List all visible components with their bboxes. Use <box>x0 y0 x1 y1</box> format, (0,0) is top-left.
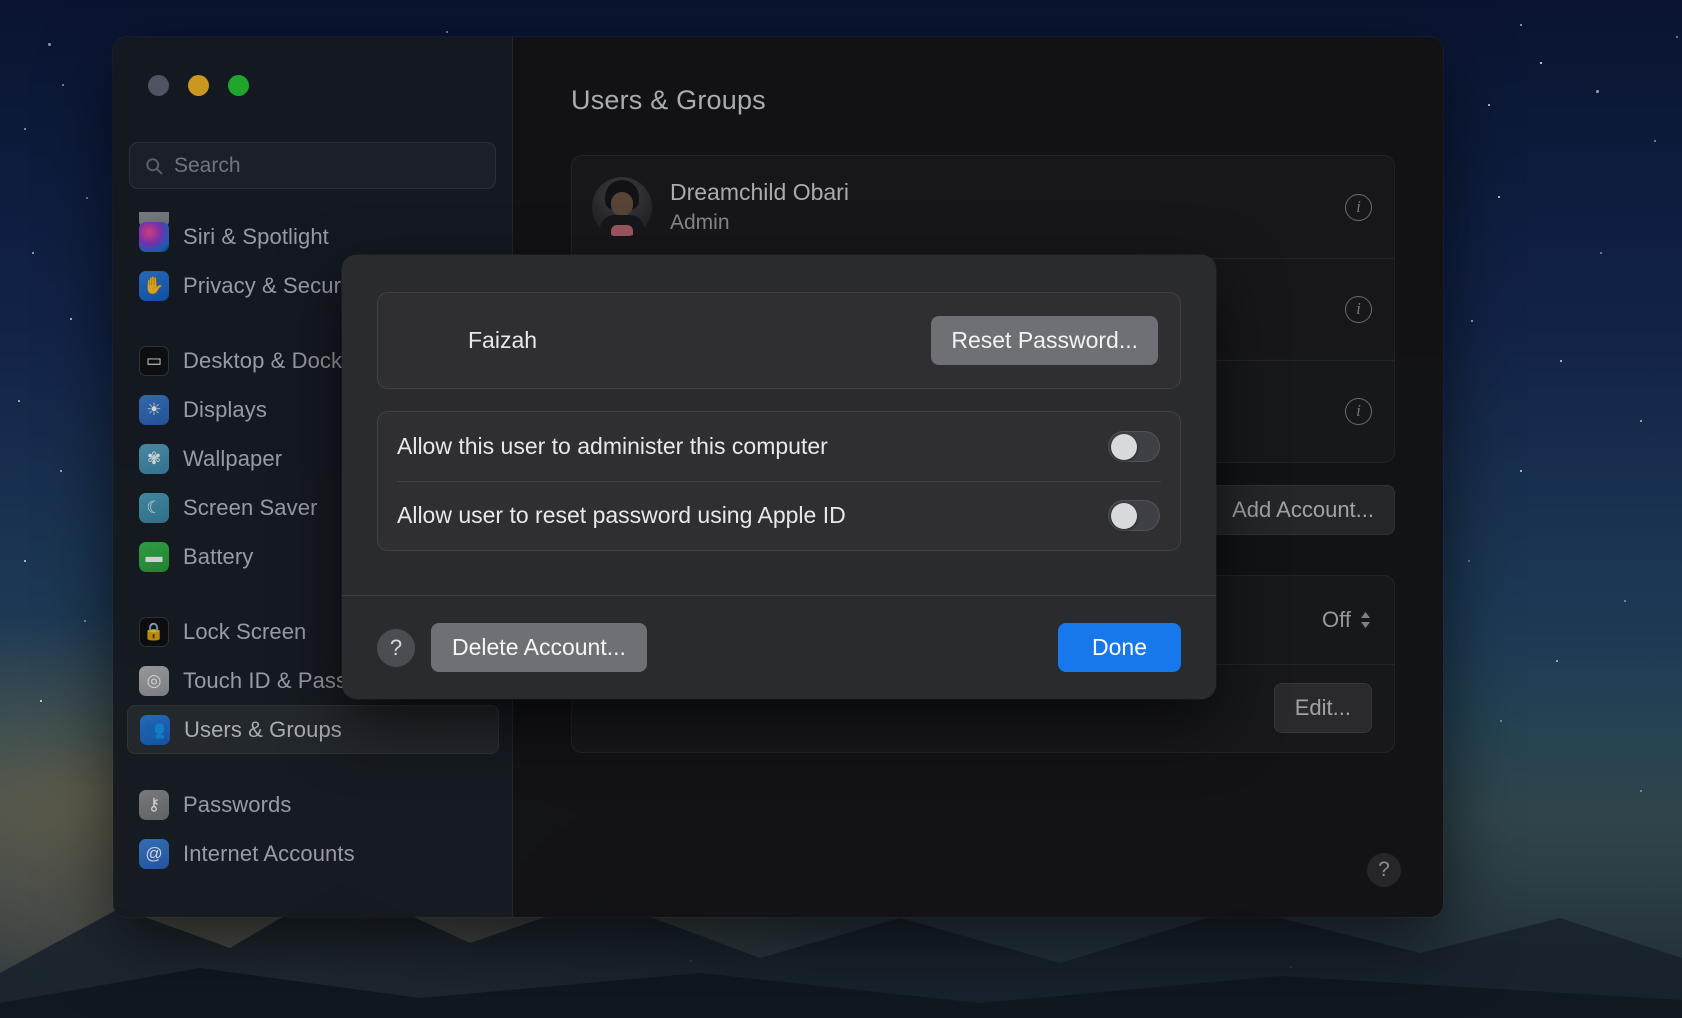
toggle-knob <box>1111 503 1137 529</box>
toggle-row-administer[interactable]: Allow this user to administer this compu… <box>378 412 1180 481</box>
zoom-button[interactable] <box>228 75 249 96</box>
sidebar-item-label: Privacy & Security <box>183 273 363 299</box>
toggle-knob <box>1111 434 1137 460</box>
administer-computer-toggle[interactable] <box>1108 431 1160 462</box>
desktop-wallpaper: Siri & Spotlight✋Privacy & Security▭Desk… <box>0 0 1682 1018</box>
battery-icon: ▬ <box>139 542 169 572</box>
sidebar-item-label: Passwords <box>183 792 292 818</box>
table-row[interactable]: Dreamchild Obari Admin i <box>572 156 1394 258</box>
sidebar-item-users-groups[interactable]: 👥 Users & Groups <box>127 705 499 754</box>
search-icon <box>144 156 164 176</box>
sidebar-item-passwords[interactable]: ⚷ Passwords <box>127 780 499 829</box>
sidebar-item-label: Wallpaper <box>183 446 282 472</box>
info-icon[interactable]: i <box>1345 296 1372 323</box>
sidebar-item-label: Battery <box>183 544 253 570</box>
wallpaper-icon: ✾ <box>139 444 169 474</box>
info-icon[interactable]: i <box>1345 398 1372 425</box>
user-role: Admin <box>670 211 849 235</box>
minimize-button[interactable] <box>188 75 209 96</box>
sidebar-item-internet-accounts[interactable]: @ Internet Accounts <box>127 829 499 878</box>
internet-accounts-icon: @ <box>139 839 169 869</box>
sidebar-item-label: Displays <box>183 397 267 423</box>
help-icon[interactable]: ? <box>1367 853 1401 887</box>
info-icon[interactable]: i <box>1345 194 1372 221</box>
sheet-toggles-card: Allow this user to administer this compu… <box>377 411 1181 551</box>
sidebar-item-label: Screen Saver <box>183 495 318 521</box>
done-button[interactable]: Done <box>1058 623 1181 672</box>
traffic-lights <box>148 75 249 96</box>
user-name: Dreamchild Obari <box>670 179 849 206</box>
add-account-button[interactable]: Add Account... <box>1211 485 1395 535</box>
screen-saver-icon: ☾ <box>139 493 169 523</box>
search-field[interactable] <box>129 142 496 189</box>
users-groups-icon: 👥 <box>140 715 170 745</box>
sidebar-group-separator <box>127 754 499 780</box>
apple-id-reset-toggle[interactable] <box>1108 500 1160 531</box>
chevron-updown-icon <box>1359 611 1372 629</box>
toggle-label: Allow this user to administer this compu… <box>397 433 828 460</box>
siri-icon <box>139 222 169 252</box>
delete-account-button[interactable]: Delete Account... <box>431 623 647 672</box>
sidebar-item-label: Lock Screen <box>183 619 306 645</box>
passwords-key-icon: ⚷ <box>139 790 169 820</box>
edit-button[interactable]: Edit... <box>1274 683 1372 733</box>
toggle-row-apple-id-reset[interactable]: Allow user to reset password using Apple… <box>378 481 1180 550</box>
sidebar-item-label: Desktop & Dock <box>183 348 342 374</box>
user-meta: Dreamchild Obari Admin <box>670 179 849 235</box>
reset-password-button[interactable]: Reset Password... <box>931 316 1158 365</box>
desktop-dock-icon: ▭ <box>139 346 169 376</box>
sheet-user-card: Faizah Reset Password... <box>377 292 1181 389</box>
sidebar-partial-item-above <box>139 212 499 228</box>
sheet-user-name: Faizah <box>468 327 537 354</box>
privacy-hand-icon: ✋ <box>139 271 169 301</box>
popup-value: Off <box>1322 607 1351 633</box>
page-title: Users & Groups <box>571 85 1395 116</box>
toggle-label: Allow user to reset password using Apple… <box>397 502 846 529</box>
avatar <box>592 177 652 237</box>
popup-button[interactable]: Off <box>1322 607 1372 633</box>
sidebar-item-label: Users & Groups <box>184 717 342 743</box>
displays-icon: ☀ <box>139 395 169 425</box>
close-button[interactable] <box>148 75 169 96</box>
search-input[interactable] <box>174 154 481 178</box>
help-icon[interactable]: ? <box>377 629 415 667</box>
lock-screen-icon: 🔒 <box>139 617 169 647</box>
sidebar-item-label: Internet Accounts <box>183 841 355 867</box>
user-account-sheet: Faizah Reset Password... Allow this user… <box>342 255 1216 699</box>
touch-id-icon: ◎ <box>139 666 169 696</box>
sheet-footer: ? Delete Account... Done <box>342 595 1216 699</box>
